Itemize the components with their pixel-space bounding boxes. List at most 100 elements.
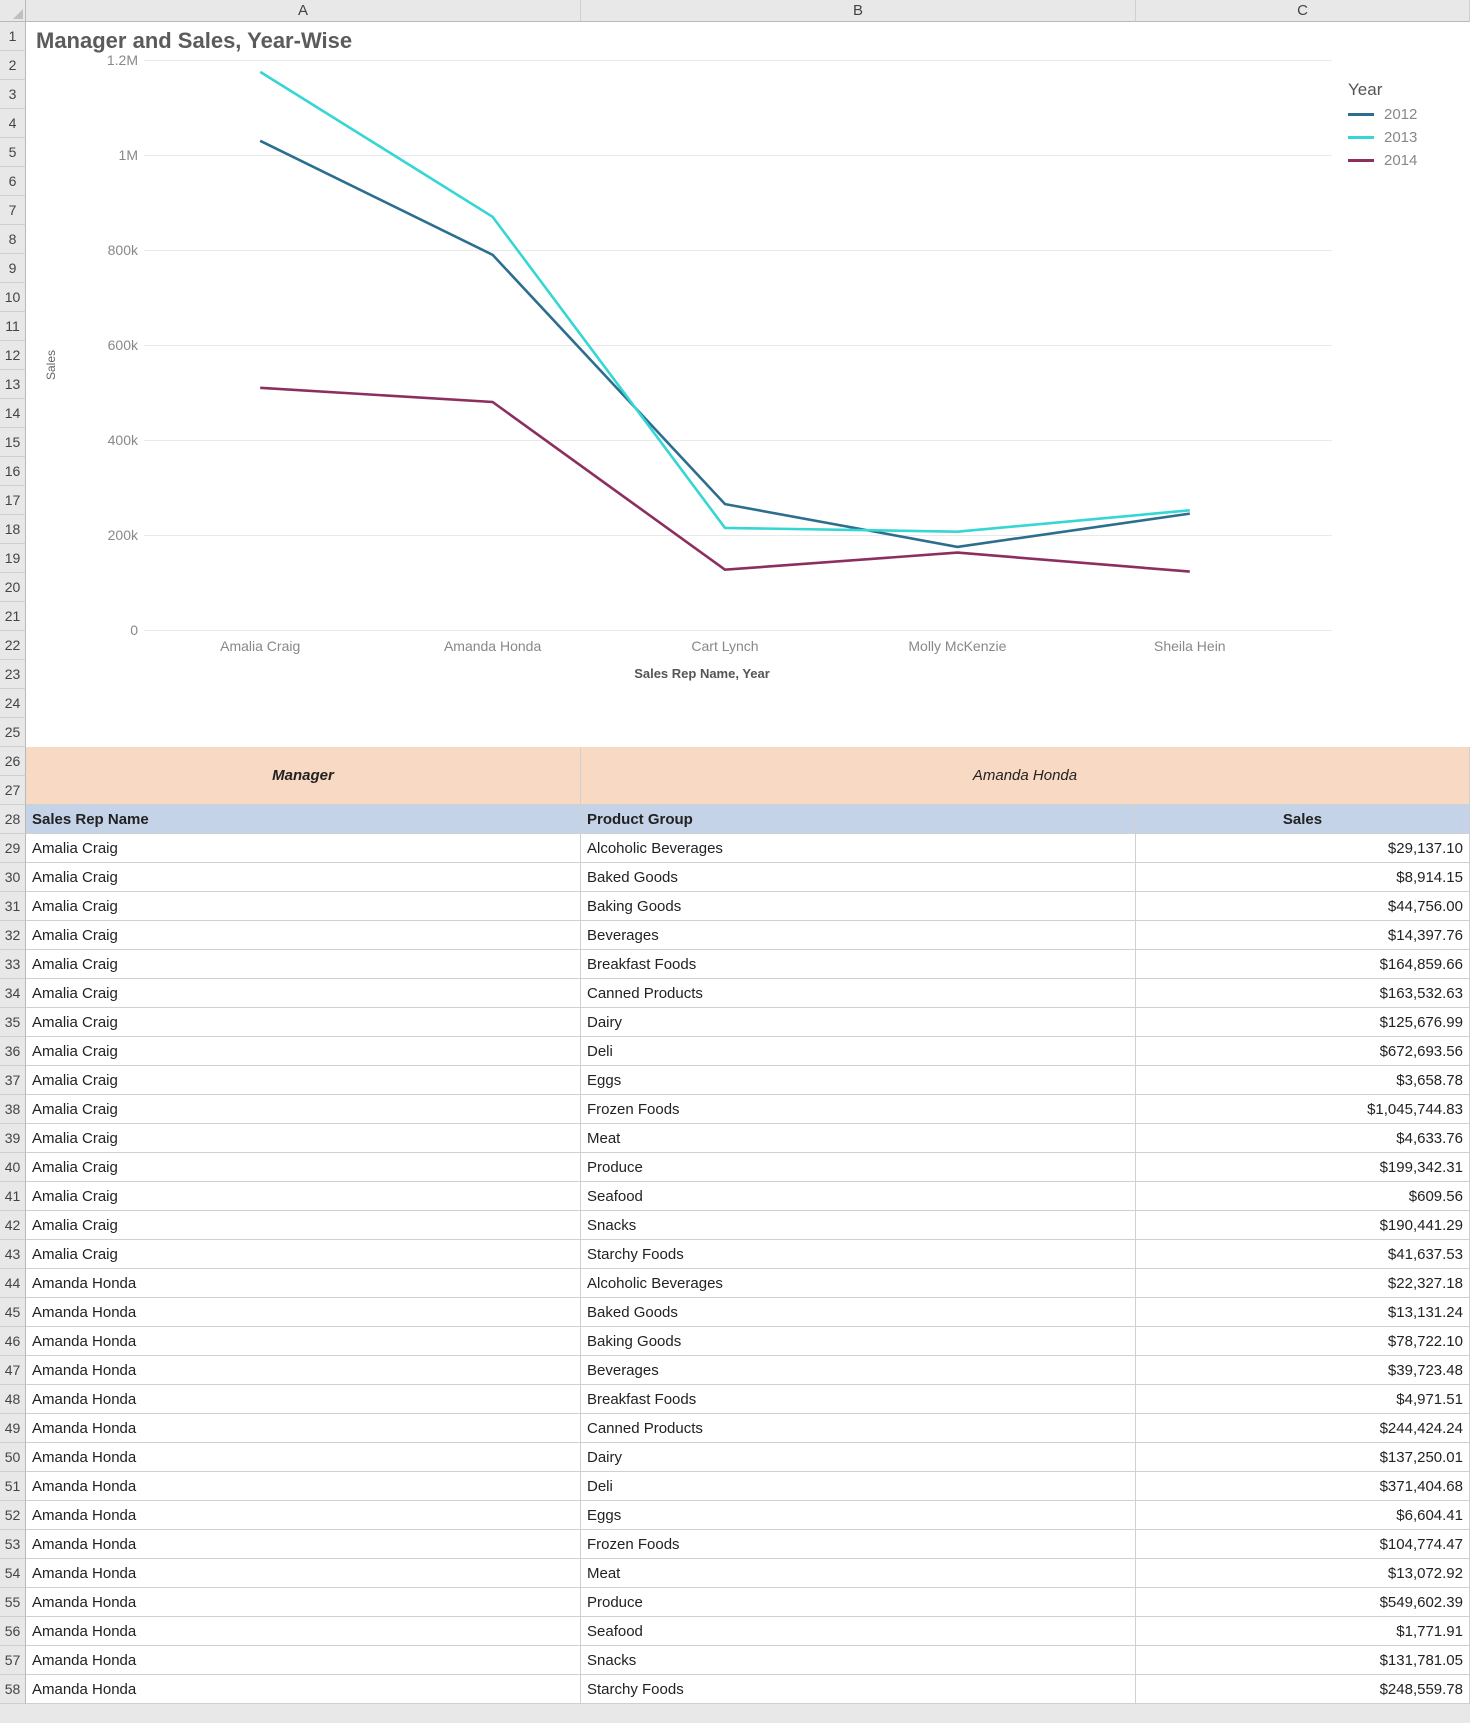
- cell-sales[interactable]: $199,342.31: [1136, 1153, 1470, 1182]
- cell-group[interactable]: Breakfast Foods: [581, 1385, 1136, 1414]
- table-row[interactable]: Amanda HondaSeafood$1,771.91: [26, 1617, 1470, 1646]
- row-header[interactable]: 36: [0, 1037, 26, 1066]
- column-header-B[interactable]: B: [581, 0, 1136, 22]
- cell-group[interactable]: Dairy: [581, 1008, 1136, 1037]
- cell-sales[interactable]: $13,072.92: [1136, 1559, 1470, 1588]
- table-row[interactable]: Amalia CraigBaking Goods$44,756.00: [26, 892, 1470, 921]
- row-header[interactable]: 11: [0, 312, 26, 341]
- row-header[interactable]: 54: [0, 1559, 26, 1588]
- col-header-group[interactable]: Product Group: [581, 805, 1136, 834]
- row-header[interactable]: 50: [0, 1443, 26, 1472]
- series-2012[interactable]: [260, 141, 1190, 547]
- row-header[interactable]: 21: [0, 602, 26, 631]
- column-header-C[interactable]: C: [1136, 0, 1470, 22]
- table-row[interactable]: Amanda HondaAlcoholic Beverages$22,327.1…: [26, 1269, 1470, 1298]
- legend-item-2014[interactable]: 2014: [1348, 152, 1458, 169]
- cell-sales[interactable]: $672,693.56: [1136, 1037, 1470, 1066]
- cell-group[interactable]: Dairy: [581, 1443, 1136, 1472]
- row-header[interactable]: 31: [0, 892, 26, 921]
- row-header[interactable]: 37: [0, 1066, 26, 1095]
- row-header[interactable]: 9: [0, 254, 26, 283]
- row-header[interactable]: 34: [0, 979, 26, 1008]
- cell-rep[interactable]: Amalia Craig: [26, 1066, 581, 1095]
- cell-sales[interactable]: $39,723.48: [1136, 1356, 1470, 1385]
- cell-group[interactable]: Alcoholic Beverages: [581, 834, 1136, 863]
- table-row[interactable]: Amalia CraigStarchy Foods$41,637.53: [26, 1240, 1470, 1269]
- cell-rep[interactable]: Amanda Honda: [26, 1356, 581, 1385]
- row-header[interactable]: 20: [0, 573, 26, 602]
- row-header[interactable]: 55: [0, 1588, 26, 1617]
- row-header[interactable]: 7: [0, 196, 26, 225]
- cell-sales[interactable]: $78,722.10: [1136, 1327, 1470, 1356]
- cell-rep[interactable]: Amalia Craig: [26, 921, 581, 950]
- cell-group[interactable]: Baked Goods: [581, 1298, 1136, 1327]
- cell-group[interactable]: Meat: [581, 1559, 1136, 1588]
- table-row[interactable]: Amanda HondaBaked Goods$13,131.24: [26, 1298, 1470, 1327]
- cell-sales[interactable]: $371,404.68: [1136, 1472, 1470, 1501]
- cell-sales[interactable]: $6,604.41: [1136, 1501, 1470, 1530]
- table-row[interactable]: Amalia CraigProduce$199,342.31: [26, 1153, 1470, 1182]
- cell-rep[interactable]: Amanda Honda: [26, 1385, 581, 1414]
- cell-rep[interactable]: Amanda Honda: [26, 1269, 581, 1298]
- cell-group[interactable]: Canned Products: [581, 1414, 1136, 1443]
- cell-sales[interactable]: $549,602.39: [1136, 1588, 1470, 1617]
- chart-plot-area[interactable]: [144, 60, 1306, 630]
- cell-rep[interactable]: Amalia Craig: [26, 1008, 581, 1037]
- cell-group[interactable]: Snacks: [581, 1211, 1136, 1240]
- cell-group[interactable]: Produce: [581, 1588, 1136, 1617]
- row-header[interactable]: 56: [0, 1617, 26, 1646]
- cell-rep[interactable]: Amanda Honda: [26, 1298, 581, 1327]
- row-header[interactable]: 5: [0, 138, 26, 167]
- cell-rep[interactable]: Amalia Craig: [26, 892, 581, 921]
- cell-rep[interactable]: Amanda Honda: [26, 1559, 581, 1588]
- row-header[interactable]: 23: [0, 660, 26, 689]
- row-header[interactable]: 18: [0, 515, 26, 544]
- cell-rep[interactable]: Amalia Craig: [26, 1211, 581, 1240]
- table-row[interactable]: Amanda HondaBreakfast Foods$4,971.51: [26, 1385, 1470, 1414]
- cell-rep[interactable]: Amalia Craig: [26, 1240, 581, 1269]
- row-header[interactable]: 32: [0, 921, 26, 950]
- row-header[interactable]: 16: [0, 457, 26, 486]
- series-2013[interactable]: [260, 72, 1190, 532]
- row-header[interactable]: 17: [0, 486, 26, 515]
- row-header[interactable]: 4: [0, 109, 26, 138]
- table-row[interactable]: Amalia CraigAlcoholic Beverages$29,137.1…: [26, 834, 1470, 863]
- table-row[interactable]: Amanda HondaFrozen Foods$104,774.47: [26, 1530, 1470, 1559]
- table-row[interactable]: Amalia CraigSeafood$609.56: [26, 1182, 1470, 1211]
- table-row[interactable]: Amalia CraigDeli$672,693.56: [26, 1037, 1470, 1066]
- legend-item-2013[interactable]: 2013: [1348, 129, 1458, 146]
- cell-group[interactable]: Snacks: [581, 1646, 1136, 1675]
- cell-group[interactable]: Eggs: [581, 1501, 1136, 1530]
- row-header[interactable]: 27: [0, 776, 26, 805]
- cell-sales[interactable]: $3,658.78: [1136, 1066, 1470, 1095]
- cell-group[interactable]: Alcoholic Beverages: [581, 1269, 1136, 1298]
- cell-rep[interactable]: Amalia Craig: [26, 834, 581, 863]
- row-header[interactable]: 45: [0, 1298, 26, 1327]
- legend-item-2012[interactable]: 2012: [1348, 106, 1458, 123]
- cell-sales[interactable]: $4,633.76: [1136, 1124, 1470, 1153]
- row-header[interactable]: 51: [0, 1472, 26, 1501]
- cell-sales[interactable]: $104,774.47: [1136, 1530, 1470, 1559]
- cell-group[interactable]: Eggs: [581, 1066, 1136, 1095]
- row-header[interactable]: 3: [0, 80, 26, 109]
- row-header[interactable]: 46: [0, 1327, 26, 1356]
- cell-sales[interactable]: $1,045,744.83: [1136, 1095, 1470, 1124]
- row-header[interactable]: 40: [0, 1153, 26, 1182]
- cell-group[interactable]: Starchy Foods: [581, 1675, 1136, 1704]
- row-header[interactable]: 35: [0, 1008, 26, 1037]
- row-header[interactable]: 47: [0, 1356, 26, 1385]
- cell-rep[interactable]: Amanda Honda: [26, 1414, 581, 1443]
- row-header[interactable]: 38: [0, 1095, 26, 1124]
- table-row[interactable]: Amanda HondaStarchy Foods$248,559.78: [26, 1675, 1470, 1704]
- cell-sales[interactable]: $125,676.99: [1136, 1008, 1470, 1037]
- table-row[interactable]: Amanda HondaSnacks$131,781.05: [26, 1646, 1470, 1675]
- table-row[interactable]: Amalia CraigEggs$3,658.78: [26, 1066, 1470, 1095]
- row-header[interactable]: 29: [0, 834, 26, 863]
- table-row[interactable]: Amanda HondaBaking Goods$78,722.10: [26, 1327, 1470, 1356]
- cell-sales[interactable]: $190,441.29: [1136, 1211, 1470, 1240]
- cell-sales[interactable]: $13,131.24: [1136, 1298, 1470, 1327]
- row-header[interactable]: 43: [0, 1240, 26, 1269]
- cell-rep[interactable]: Amanda Honda: [26, 1327, 581, 1356]
- cell-group[interactable]: Produce: [581, 1153, 1136, 1182]
- cell-rep[interactable]: Amalia Craig: [26, 863, 581, 892]
